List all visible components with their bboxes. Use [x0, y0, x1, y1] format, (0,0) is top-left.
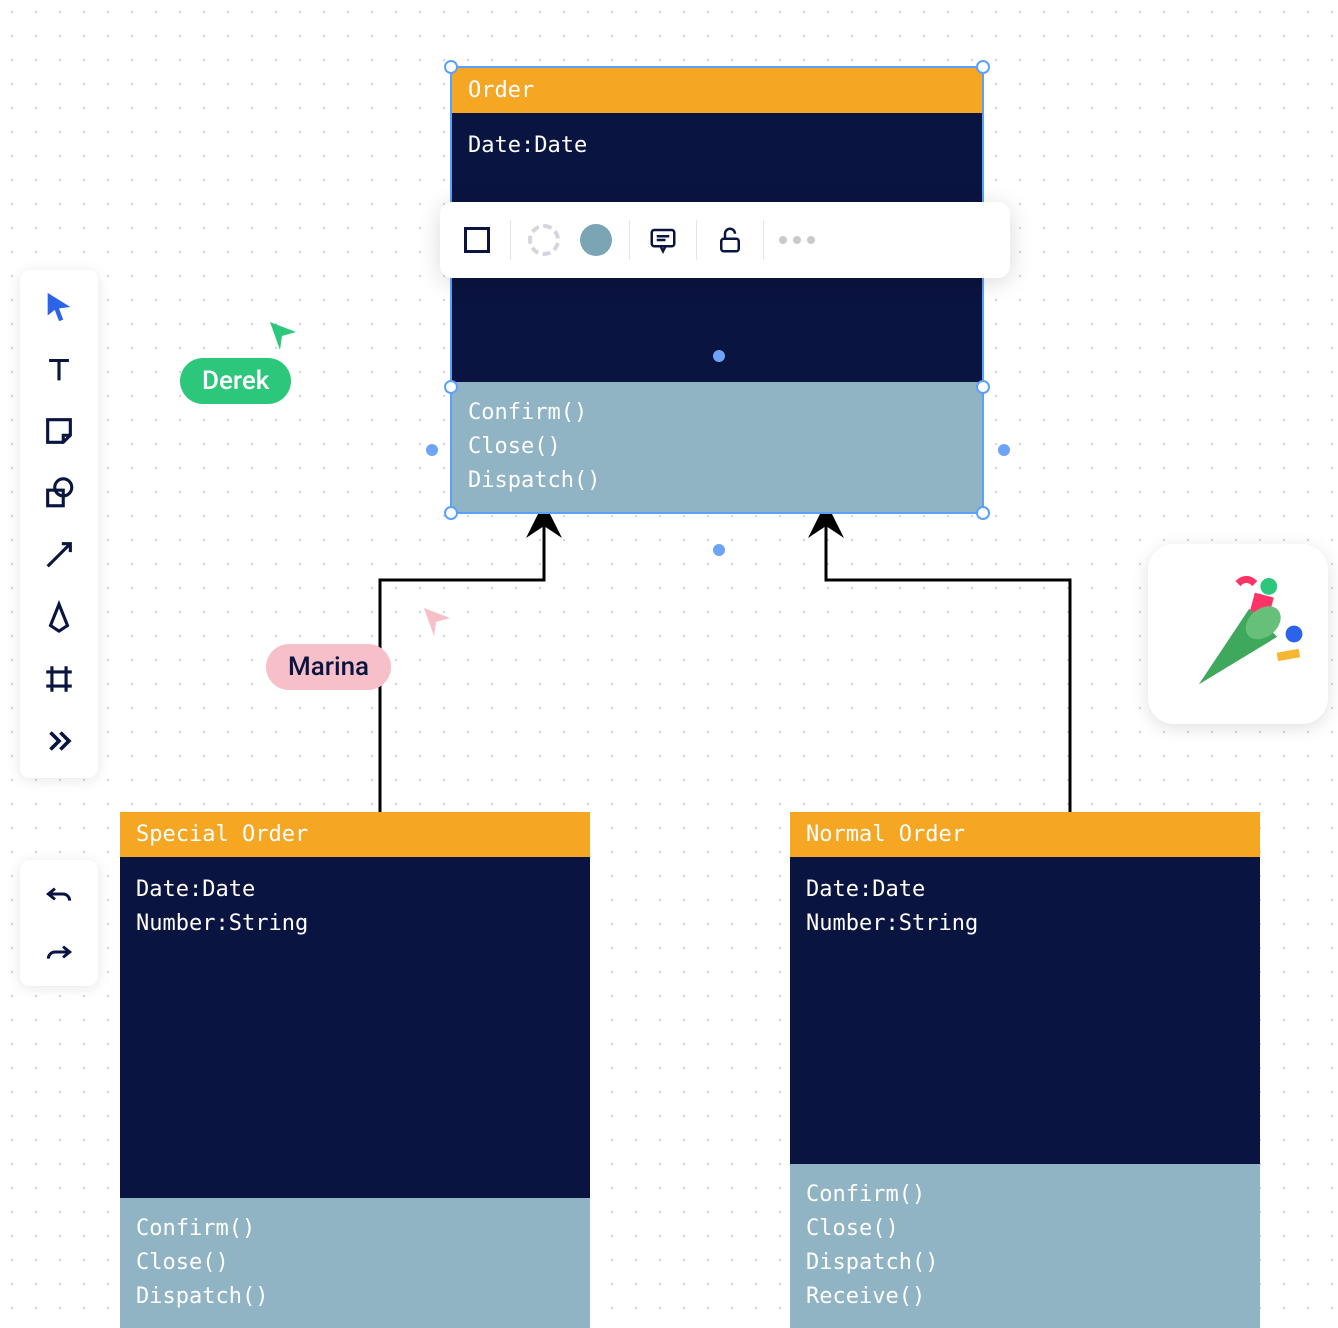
lock-button[interactable]	[711, 221, 749, 259]
history-toolbar	[20, 860, 98, 986]
fill-pattern-button[interactable]	[525, 221, 563, 259]
separator	[629, 220, 630, 260]
party-popper-sticker[interactable]	[1148, 544, 1328, 724]
shape-tool[interactable]	[28, 464, 90, 522]
fill-solid-button[interactable]	[577, 221, 615, 259]
tool-toolbar	[20, 270, 98, 778]
comment-icon	[648, 225, 678, 255]
uml-attributes: Date:Date	[452, 113, 982, 201]
fill-none-button[interactable]	[458, 221, 496, 259]
mid-handle-left[interactable]	[426, 444, 438, 456]
text-icon	[42, 352, 76, 386]
cursor-derek-pointer	[266, 318, 306, 358]
uml-methods: Confirm() Close() Dispatch()	[120, 1198, 590, 1328]
pen-tool[interactable]	[28, 588, 90, 646]
uml-spacer	[790, 945, 1260, 1164]
fill-solid-icon	[580, 224, 612, 256]
uml-method: Dispatch()	[468, 464, 966, 498]
more-button[interactable]	[778, 221, 816, 259]
separator	[763, 220, 764, 260]
uml-method: Close()	[806, 1212, 1244, 1246]
redo-icon	[43, 936, 75, 968]
uml-method: Confirm()	[136, 1212, 574, 1246]
uml-method: Confirm()	[806, 1178, 1244, 1212]
unlock-icon	[715, 225, 745, 255]
arrow-tool[interactable]	[28, 526, 90, 584]
text-tool[interactable]	[28, 340, 90, 398]
uml-attr: Date:Date	[806, 873, 1244, 907]
uml-order[interactable]: Order Date:Date Confirm() Close() Dispat…	[452, 68, 982, 512]
uml-attr: Number:String	[806, 907, 1244, 941]
cursor-marina-pointer	[420, 604, 460, 644]
fill-dashed-icon	[528, 224, 560, 256]
uml-methods: Confirm() Close() Dispatch() Receive()	[790, 1164, 1260, 1328]
sticky-note-icon	[42, 414, 76, 448]
frame-icon	[42, 662, 76, 696]
uml-methods: Confirm() Close() Dispatch()	[452, 382, 982, 512]
redo-button[interactable]	[28, 926, 90, 978]
uml-special-order[interactable]: Special Order Date:Date Number:String Co…	[120, 812, 590, 1328]
cursor-label-derek: Derek	[180, 358, 291, 404]
uml-header: Normal Order	[790, 812, 1260, 857]
uml-method: Dispatch()	[806, 1246, 1244, 1280]
uml-attr: Number:String	[136, 907, 574, 941]
chevrons-right-icon	[42, 724, 76, 758]
mid-handle-bottom[interactable]	[713, 544, 725, 556]
uml-header: Special Order	[120, 812, 590, 857]
uml-normal-order[interactable]: Normal Order Date:Date Number:String Con…	[790, 812, 1260, 1328]
uml-header: Order	[452, 68, 982, 113]
undo-icon	[43, 878, 75, 910]
dots-icon	[793, 236, 801, 244]
uml-method: Close()	[468, 430, 966, 464]
sticky-tool[interactable]	[28, 402, 90, 460]
uml-method: Receive()	[806, 1280, 1244, 1314]
party-popper-icon	[1168, 564, 1308, 704]
separator	[510, 220, 511, 260]
uml-attributes: Date:Date Number:String	[120, 857, 590, 945]
mid-handle-right[interactable]	[998, 444, 1010, 456]
separator	[696, 220, 697, 260]
undo-button[interactable]	[28, 868, 90, 920]
dots-icon	[807, 236, 815, 244]
comment-button[interactable]	[644, 221, 682, 259]
uml-attributes: Date:Date Number:String	[790, 857, 1260, 945]
uml-method: Confirm()	[468, 396, 966, 430]
uml-method: Dispatch()	[136, 1280, 574, 1314]
arrow-icon	[42, 538, 76, 572]
frame-tool[interactable]	[28, 650, 90, 708]
more-tools[interactable]	[28, 712, 90, 770]
dots-icon	[779, 236, 787, 244]
mid-handle-top[interactable]	[713, 350, 725, 362]
cursor-label-marina: Marina	[266, 644, 391, 690]
pen-icon	[42, 600, 76, 634]
shapes-icon	[42, 476, 76, 510]
pointer-icon	[42, 290, 76, 324]
uml-method: Close()	[136, 1246, 574, 1280]
uml-spacer	[120, 945, 590, 1198]
uml-attr: Date:Date	[468, 129, 966, 163]
square-outline-icon	[464, 227, 490, 253]
canvas[interactable]: Special Order Date:Date Number:String Co…	[0, 0, 1338, 1328]
select-tool[interactable]	[28, 278, 90, 336]
uml-attr: Date:Date	[136, 873, 574, 907]
context-toolbar	[440, 202, 1010, 278]
